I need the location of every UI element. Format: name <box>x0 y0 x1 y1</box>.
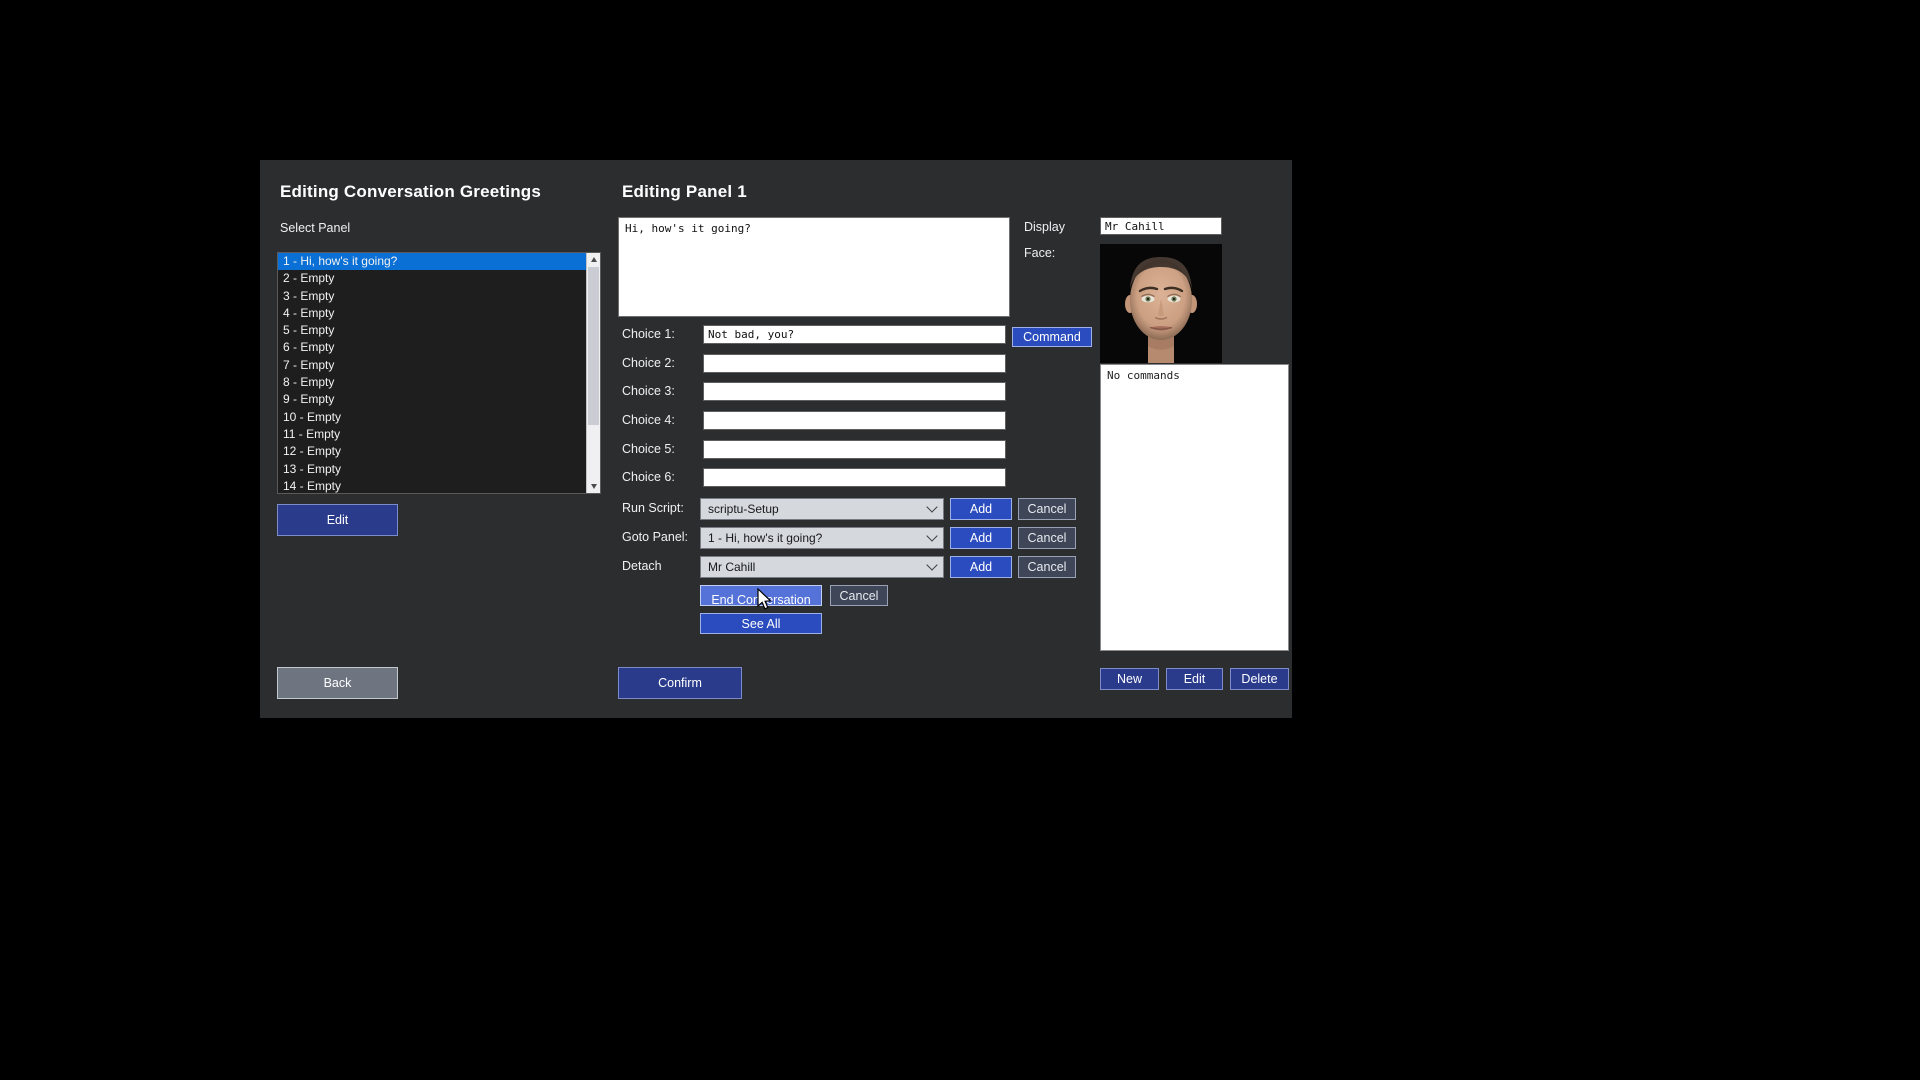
face-portrait-icon <box>1100 244 1222 363</box>
detach-cancel-button[interactable]: Cancel <box>1018 556 1076 578</box>
choice-1-label: Choice 1: <box>622 327 675 341</box>
conversation-editor-window: Editing Conversation Greetings Select Pa… <box>260 160 1292 718</box>
edit-command-button[interactable]: Edit <box>1166 668 1223 690</box>
panel-list-item[interactable]: 13 - Empty <box>278 461 586 478</box>
detach-value: Mr Cahill <box>708 560 928 574</box>
panel-list-item[interactable]: 12 - Empty <box>278 443 586 460</box>
run-script-value: scriptu-Setup <box>708 502 928 516</box>
choice-2-input[interactable] <box>703 354 1006 373</box>
chevron-down-icon <box>926 559 937 570</box>
choice-4-label: Choice 4: <box>622 413 675 427</box>
left-panel-title: Editing Conversation Greetings <box>280 182 541 202</box>
panel-list-item[interactable]: 9 - Empty <box>278 391 586 408</box>
run-script-label: Run Script: <box>622 501 684 515</box>
choice-6-input[interactable] <box>703 468 1006 487</box>
choice-5-input[interactable] <box>703 440 1006 459</box>
chevron-down-icon <box>926 501 937 512</box>
choice-5-label: Choice 5: <box>622 442 675 456</box>
panel-list: 1 - Hi, how's it going? 2 - Empty 3 - Em… <box>278 253 586 493</box>
choice-3-label: Choice 3: <box>622 384 675 398</box>
panel-list-item[interactable]: 6 - Empty <box>278 339 586 356</box>
goto-panel-value: 1 - Hi, how's it going? <box>708 531 928 545</box>
panel-list-item[interactable]: 1 - Hi, how's it going? <box>278 253 586 270</box>
commands-listbox[interactable]: No commands <box>1100 364 1289 651</box>
scroll-up-icon[interactable] <box>587 253 600 266</box>
choice-6-label: Choice 6: <box>622 470 675 484</box>
scroll-down-icon[interactable] <box>587 480 600 493</box>
panel-list-item[interactable]: 2 - Empty <box>278 270 586 287</box>
detach-label: Detach <box>622 559 662 573</box>
panel-listbox[interactable]: 1 - Hi, how's it going? 2 - Empty 3 - Em… <box>277 252 601 494</box>
confirm-button[interactable]: Confirm <box>618 667 742 699</box>
panel-list-item[interactable]: 3 - Empty <box>278 288 586 305</box>
choice-4-input[interactable] <box>703 411 1006 430</box>
new-command-button[interactable]: New <box>1100 668 1159 690</box>
panel-list-scrollbar[interactable] <box>586 253 600 493</box>
end-conversation-cancel-button[interactable]: Cancel <box>830 585 888 606</box>
panel-list-item[interactable]: 4 - Empty <box>278 305 586 322</box>
goto-panel-add-button[interactable]: Add <box>950 527 1012 549</box>
panel-list-item[interactable]: 7 - Empty <box>278 357 586 374</box>
delete-command-button[interactable]: Delete <box>1230 668 1289 690</box>
detach-add-button[interactable]: Add <box>950 556 1012 578</box>
see-all-button[interactable]: See All <box>700 613 822 634</box>
goto-panel-combo[interactable]: 1 - Hi, how's it going? <box>700 527 944 549</box>
panel-text-area[interactable]: Hi, how's it going? <box>618 217 1010 317</box>
face-image <box>1100 244 1222 363</box>
select-panel-label: Select Panel <box>280 221 350 235</box>
choice-3-input[interactable] <box>703 382 1006 401</box>
display-name-input[interactable] <box>1100 217 1222 235</box>
editor-title: Editing Panel 1 <box>622 182 747 202</box>
panel-list-item[interactable]: 5 - Empty <box>278 322 586 339</box>
run-script-combo[interactable]: scriptu-Setup <box>700 498 944 520</box>
scrollbar-thumb[interactable] <box>588 267 599 425</box>
mouse-cursor-icon <box>755 588 775 612</box>
run-script-cancel-button[interactable]: Cancel <box>1018 498 1076 520</box>
panel-list-item[interactable]: 14 - Empty <box>278 478 586 493</box>
face-label: Face: <box>1024 246 1055 260</box>
detach-combo[interactable]: Mr Cahill <box>700 556 944 578</box>
command-button[interactable]: Command <box>1012 327 1092 347</box>
panel-list-item[interactable]: 8 - Empty <box>278 374 586 391</box>
goto-panel-cancel-button[interactable]: Cancel <box>1018 527 1076 549</box>
edit-panel-button[interactable]: Edit <box>277 504 398 536</box>
panel-list-item[interactable]: 10 - Empty <box>278 409 586 426</box>
back-button[interactable]: Back <box>277 667 398 699</box>
choice-1-input[interactable] <box>703 325 1006 344</box>
display-label: Display <box>1024 220 1065 234</box>
run-script-add-button[interactable]: Add <box>950 498 1012 520</box>
goto-panel-label: Goto Panel: <box>622 530 688 544</box>
panel-list-item[interactable]: 11 - Empty <box>278 426 586 443</box>
choice-2-label: Choice 2: <box>622 356 675 370</box>
chevron-down-icon <box>926 530 937 541</box>
